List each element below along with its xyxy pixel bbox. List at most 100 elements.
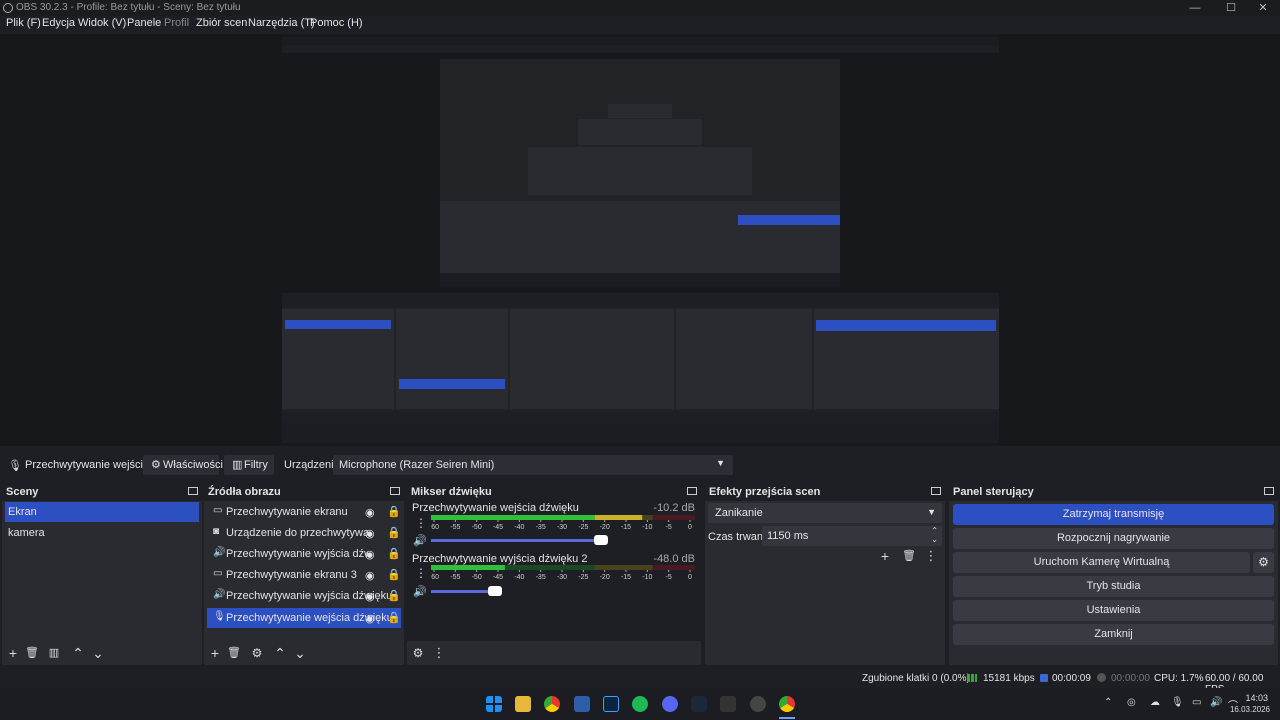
- filters-button[interactable]: ▥ Filtry: [224, 455, 274, 475]
- channel-menu-icon[interactable]: ⋮: [415, 566, 427, 580]
- speaker-icon[interactable]: 🔊: [1210, 697, 1222, 708]
- close-button[interactable]: ✕: [1246, 0, 1280, 16]
- start-menu-icon[interactable]: [486, 696, 502, 712]
- scene-item[interactable]: Ekran: [5, 502, 199, 522]
- menu-tools[interactable]: Narzędzia (T): [248, 17, 315, 29]
- undock-icon[interactable]: [1264, 487, 1274, 495]
- eye-icon[interactable]: ◉: [365, 506, 377, 519]
- gear-icon: ⚙: [151, 459, 161, 471]
- photoshop-icon[interactable]: [603, 696, 619, 712]
- eye-icon[interactable]: ◉: [365, 612, 377, 625]
- remove-scene-button[interactable]: 🗑: [24, 646, 40, 662]
- audio-mixer-dock: Mikser dźwięku Przechwytywanie wejścia d…: [407, 483, 701, 665]
- app-icon[interactable]: [574, 696, 590, 712]
- volume-slider-track[interactable]: [431, 539, 607, 542]
- menu-scene-collection[interactable]: Zbiór scen: [196, 17, 247, 29]
- chrome-icon[interactable]: [544, 696, 560, 712]
- cpu-usage: CPU: 1.7%: [1154, 673, 1204, 684]
- start-recording-button[interactable]: Rozpocznij nagrywanie: [953, 528, 1274, 549]
- menu-help[interactable]: Pomoc (H): [310, 17, 363, 29]
- eye-icon[interactable]: ◉: [365, 569, 377, 582]
- lock-icon[interactable]: 🔒: [387, 526, 401, 539]
- eye-icon[interactable]: ◉: [365, 590, 377, 603]
- maximize-button[interactable]: ☐: [1214, 0, 1248, 16]
- clock-date[interactable]: 16.03.2026: [1224, 705, 1270, 714]
- transition-menu-button[interactable]: ⋮: [923, 549, 939, 565]
- obs-icon[interactable]: [750, 696, 766, 712]
- undock-icon[interactable]: [188, 487, 198, 495]
- channel-menu-icon[interactable]: ⋮: [415, 516, 427, 530]
- mixer-menu-button[interactable]: ⋮: [431, 646, 447, 662]
- spin-down-icon[interactable]: ⌄: [931, 535, 938, 544]
- transition-select[interactable]: Zanikanie ▼: [708, 503, 942, 523]
- scene-filters-button[interactable]: ▥: [46, 646, 62, 662]
- tray-icon[interactable]: ◎: [1127, 697, 1136, 708]
- spin-up-icon[interactable]: ⌃: [931, 526, 938, 535]
- volume-slider-handle[interactable]: [488, 586, 502, 596]
- source-item[interactable]: 🔊 Przechwytywanie wyjścia dźwięku ◉ 🔒: [207, 586, 401, 606]
- microphone-icon[interactable]: 🎙: [1171, 697, 1184, 708]
- menu-file[interactable]: Plik (F): [6, 17, 41, 29]
- speaker-icon[interactable]: 🔊: [413, 585, 427, 598]
- meter-tick-label: -30: [557, 574, 567, 580]
- remove-source-button[interactable]: 🗑: [226, 646, 242, 662]
- app-icon[interactable]: [720, 696, 736, 712]
- move-down-button[interactable]: ⌄: [90, 646, 106, 662]
- undock-icon[interactable]: [687, 487, 697, 495]
- add-transition-button[interactable]: +: [877, 549, 893, 565]
- eye-icon[interactable]: ◉: [365, 548, 377, 561]
- monitor-icon[interactable]: ▭: [1192, 697, 1201, 708]
- menu-docks[interactable]: Panele: [127, 17, 161, 29]
- add-source-button[interactable]: +: [207, 646, 223, 662]
- lock-icon[interactable]: 🔒: [387, 611, 401, 624]
- steam-tray-icon[interactable]: ☁: [1150, 697, 1160, 708]
- source-item[interactable]: 🔊 Przechwytywanie wyjścia dźwięku 2 ◉🔒: [207, 544, 401, 564]
- undock-icon[interactable]: [931, 487, 941, 495]
- start-virtual-camera-button[interactable]: Uruchom Kamerę Wirtualną: [953, 552, 1250, 573]
- menu-profile[interactable]: Profil: [164, 17, 189, 29]
- exit-button[interactable]: Zamknij: [953, 624, 1274, 645]
- virtual-camera-settings-button[interactable]: ⚙: [1253, 552, 1274, 573]
- mixer-toolbar: ⚙ ⋮: [407, 643, 701, 665]
- steam-icon[interactable]: [691, 696, 707, 712]
- advanced-audio-button[interactable]: ⚙: [410, 646, 426, 662]
- speaker-icon[interactable]: 🔊: [413, 534, 427, 547]
- lock-icon[interactable]: 🔒: [387, 547, 401, 560]
- properties-button[interactable]: ⚙ Właściwości: [143, 455, 223, 475]
- file-explorer-icon[interactable]: [515, 696, 531, 712]
- lock-icon[interactable]: 🔒: [387, 568, 401, 581]
- remove-transition-button[interactable]: 🗑: [901, 549, 917, 565]
- lock-icon[interactable]: 🔒: [387, 505, 401, 518]
- transitions-header: Efekty przejścia scen: [705, 483, 945, 501]
- studio-mode-button[interactable]: Tryb studia: [953, 576, 1274, 597]
- volume-slider-handle[interactable]: [594, 535, 608, 545]
- clock-time[interactable]: 14:03: [1230, 693, 1268, 703]
- source-properties-button[interactable]: ⚙: [249, 646, 265, 662]
- menu-view[interactable]: Widok (V): [78, 17, 126, 29]
- minimize-button[interactable]: —: [1178, 0, 1212, 16]
- status-bar: Zgubione klatki 0 (0.0%) 15181 kbps 00:0…: [0, 668, 1280, 695]
- discord-icon[interactable]: [662, 696, 678, 712]
- move-down-button[interactable]: ⌄: [292, 646, 308, 662]
- add-scene-button[interactable]: +: [5, 646, 21, 662]
- chevron-up-icon[interactable]: ⌃: [1104, 697, 1112, 708]
- dropped-frames: Zgubione klatki 0 (0.0%): [862, 673, 970, 684]
- settings-button[interactable]: Ustawienia: [953, 600, 1274, 621]
- source-item[interactable]: 🎙 Przechwytywanie wejścia dźwięku ◉ 🔒: [207, 608, 401, 628]
- move-up-button[interactable]: ⌃: [70, 646, 86, 662]
- scene-item[interactable]: kamera: [5, 522, 199, 542]
- eye-icon[interactable]: ◉: [365, 527, 377, 540]
- source-item[interactable]: ▭ Przechwytywanie ekranu 3 ◉ 🔒: [207, 565, 401, 585]
- stop-streaming-button[interactable]: Zatrzymaj transmisję: [953, 504, 1274, 525]
- device-select[interactable]: Microphone (Razer Seiren Mini) ▼: [333, 455, 733, 475]
- chrome-icon[interactable]: [779, 696, 795, 712]
- record-icon: [1097, 673, 1106, 682]
- menu-edit[interactable]: Edycja: [42, 17, 75, 29]
- move-up-button[interactable]: ⌃: [272, 646, 288, 662]
- lock-icon[interactable]: 🔒: [387, 589, 401, 602]
- source-item[interactable]: ◙ Urządzenie do przechwytywania wi ◉🔒: [207, 523, 401, 543]
- duration-spinbox[interactable]: 1150 ms ⌃ ⌄: [762, 526, 942, 546]
- spotify-icon[interactable]: [632, 696, 648, 712]
- source-item[interactable]: ▭ Przechwytywanie ekranu ◉ 🔒: [207, 502, 401, 522]
- undock-icon[interactable]: [390, 487, 400, 495]
